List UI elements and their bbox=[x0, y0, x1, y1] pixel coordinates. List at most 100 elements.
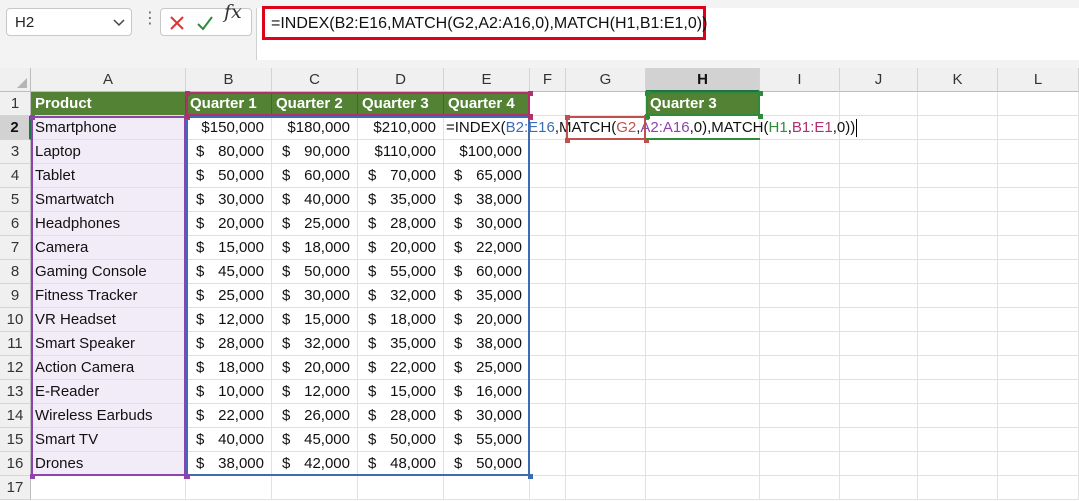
value-cell[interactable]: $20,000 bbox=[186, 212, 272, 236]
value-cell[interactable]: $22,000 bbox=[186, 404, 272, 428]
cell[interactable] bbox=[646, 356, 760, 380]
cell[interactable] bbox=[760, 356, 840, 380]
cell[interactable] bbox=[760, 236, 840, 260]
select-all-corner[interactable] bbox=[0, 68, 31, 92]
row-header-3[interactable]: 3 bbox=[0, 140, 31, 164]
cell[interactable] bbox=[566, 164, 646, 188]
cell[interactable] bbox=[840, 428, 918, 452]
cell[interactable] bbox=[998, 92, 1079, 116]
row-header-13[interactable]: 13 bbox=[0, 380, 31, 404]
cell[interactable] bbox=[918, 212, 998, 236]
value-cell[interactable]: $180,000 bbox=[272, 116, 358, 140]
cell[interactable] bbox=[760, 164, 840, 188]
value-cell[interactable]: $25,000 bbox=[186, 284, 272, 308]
cell[interactable] bbox=[918, 476, 998, 500]
cell[interactable] bbox=[840, 260, 918, 284]
cell[interactable] bbox=[998, 116, 1079, 140]
value-cell[interactable]: $40,000 bbox=[272, 188, 358, 212]
value-cell[interactable]: $55,000 bbox=[358, 260, 444, 284]
row-header-14[interactable]: 14 bbox=[0, 404, 31, 428]
value-cell[interactable]: $210,000 bbox=[358, 116, 444, 140]
row-header-6[interactable]: 6 bbox=[0, 212, 31, 236]
cell[interactable] bbox=[31, 476, 186, 500]
product-cell[interactable]: Headphones bbox=[31, 212, 186, 236]
value-cell[interactable]: $45,000 bbox=[272, 428, 358, 452]
value-cell[interactable]: $25,000 bbox=[272, 212, 358, 236]
value-cell[interactable]: $30,000 bbox=[272, 284, 358, 308]
value-cell[interactable]: $25,000 bbox=[444, 356, 530, 380]
cell[interactable] bbox=[530, 140, 566, 164]
cell[interactable] bbox=[998, 236, 1079, 260]
cell[interactable] bbox=[998, 284, 1079, 308]
value-cell[interactable]: $15,000 bbox=[186, 236, 272, 260]
cell[interactable] bbox=[566, 332, 646, 356]
cell[interactable] bbox=[760, 284, 840, 308]
value-cell[interactable]: $80,000 bbox=[186, 140, 272, 164]
cell[interactable] bbox=[840, 332, 918, 356]
cell[interactable] bbox=[918, 188, 998, 212]
cell[interactable] bbox=[566, 212, 646, 236]
cell[interactable] bbox=[530, 164, 566, 188]
cell[interactable] bbox=[646, 308, 760, 332]
cell[interactable] bbox=[646, 260, 760, 284]
chevron-down-icon[interactable] bbox=[111, 14, 127, 30]
column-header-d[interactable]: D bbox=[358, 68, 444, 92]
header-cell-a[interactable]: Product bbox=[31, 92, 186, 116]
cell[interactable] bbox=[530, 428, 566, 452]
value-cell[interactable]: $28,000 bbox=[358, 212, 444, 236]
row-header-8[interactable]: 8 bbox=[0, 260, 31, 284]
lookup-header-h1[interactable]: Quarter 3 bbox=[646, 92, 760, 116]
column-header-f[interactable]: F bbox=[530, 68, 566, 92]
cell[interactable] bbox=[760, 404, 840, 428]
cell[interactable] bbox=[998, 212, 1079, 236]
cell[interactable] bbox=[566, 236, 646, 260]
product-cell[interactable]: Camera bbox=[31, 236, 186, 260]
value-cell[interactable]: $18,000 bbox=[358, 308, 444, 332]
cell[interactable] bbox=[646, 452, 760, 476]
value-cell[interactable]: $12,000 bbox=[272, 380, 358, 404]
row-header-15[interactable]: 15 bbox=[0, 428, 31, 452]
row-header-16[interactable]: 16 bbox=[0, 452, 31, 476]
product-cell[interactable]: Fitness Tracker bbox=[31, 284, 186, 308]
cell[interactable] bbox=[646, 332, 760, 356]
cell[interactable] bbox=[998, 260, 1079, 284]
cell[interactable] bbox=[918, 116, 998, 140]
cell[interactable] bbox=[760, 308, 840, 332]
value-cell[interactable]: $22,000 bbox=[358, 356, 444, 380]
product-cell[interactable]: Laptop bbox=[31, 140, 186, 164]
cell[interactable] bbox=[566, 356, 646, 380]
value-cell[interactable]: $28,000 bbox=[358, 404, 444, 428]
cell[interactable] bbox=[760, 476, 840, 500]
value-cell[interactable]: $40,000 bbox=[186, 428, 272, 452]
cancel-icon[interactable] bbox=[167, 13, 187, 33]
column-header-g[interactable]: G bbox=[566, 68, 646, 92]
header-cell-e[interactable]: Quarter 4 bbox=[444, 92, 530, 116]
cell[interactable] bbox=[566, 260, 646, 284]
cell[interactable] bbox=[530, 212, 566, 236]
column-header-l[interactable]: L bbox=[998, 68, 1079, 92]
value-cell[interactable]: $50,000 bbox=[272, 260, 358, 284]
cell[interactable] bbox=[760, 92, 840, 116]
cell[interactable] bbox=[646, 140, 760, 164]
column-header-i[interactable]: I bbox=[760, 68, 840, 92]
cell[interactable] bbox=[566, 308, 646, 332]
cell[interactable] bbox=[530, 260, 566, 284]
cell[interactable] bbox=[918, 308, 998, 332]
value-cell[interactable]: $35,000 bbox=[358, 332, 444, 356]
row-header-17[interactable]: 17 bbox=[0, 476, 31, 500]
cell[interactable] bbox=[760, 260, 840, 284]
value-cell[interactable]: $100,000 bbox=[444, 140, 530, 164]
product-cell[interactable]: Smart Speaker bbox=[31, 332, 186, 356]
cell[interactable] bbox=[186, 476, 272, 500]
cell[interactable] bbox=[530, 476, 566, 500]
value-cell[interactable]: $150,000 bbox=[186, 116, 272, 140]
cell[interactable] bbox=[840, 476, 918, 500]
cell[interactable] bbox=[530, 404, 566, 428]
cell[interactable] bbox=[760, 380, 840, 404]
cell[interactable] bbox=[358, 476, 444, 500]
value-cell[interactable]: $65,000 bbox=[444, 164, 530, 188]
row-header-5[interactable]: 5 bbox=[0, 188, 31, 212]
cell[interactable] bbox=[918, 284, 998, 308]
value-cell[interactable]: $20,000 bbox=[358, 236, 444, 260]
value-cell[interactable]: $55,000 bbox=[444, 428, 530, 452]
